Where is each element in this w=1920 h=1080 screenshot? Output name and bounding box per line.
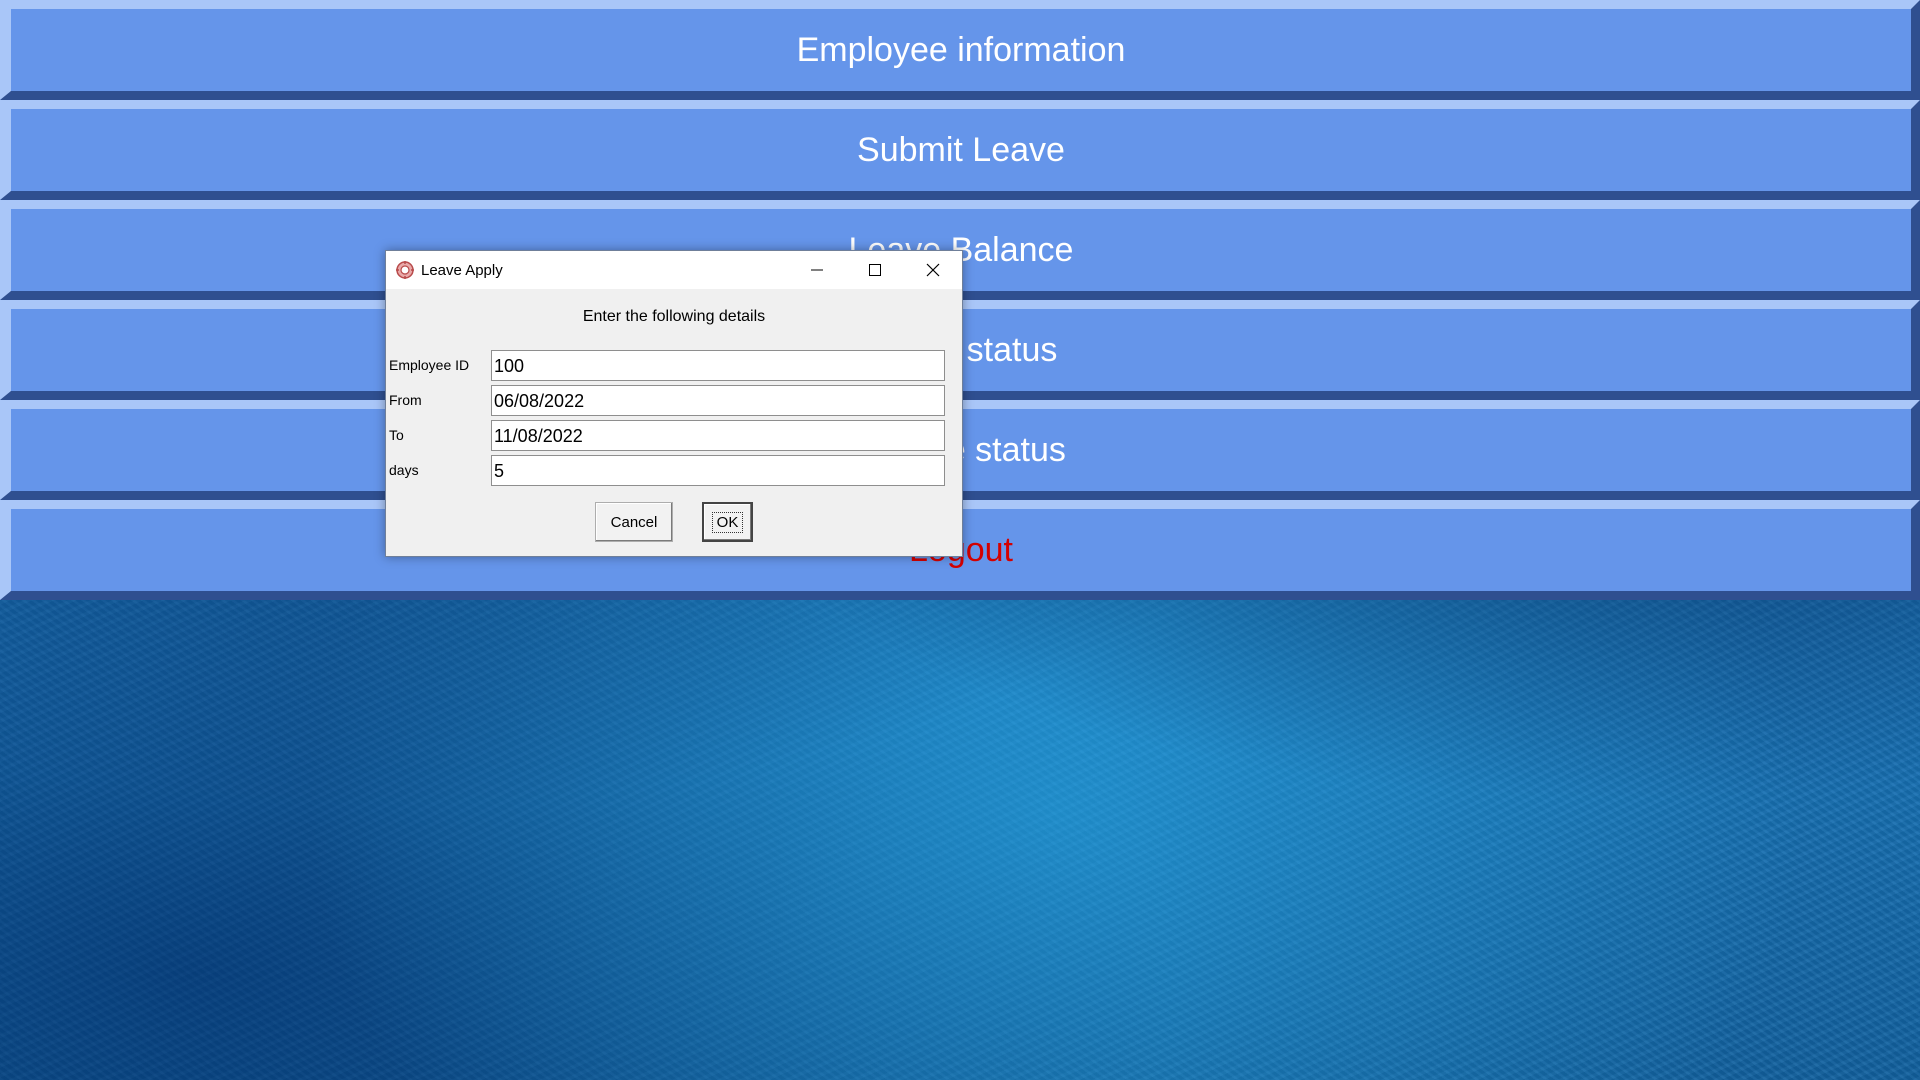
employee-id-input[interactable]	[491, 350, 945, 381]
ok-button[interactable]: OK	[702, 502, 753, 542]
to-row: To	[386, 420, 962, 451]
submit-leave-button[interactable]: Submit Leave	[0, 100, 1920, 200]
minimize-icon	[811, 269, 823, 271]
employee-id-label: Employee ID	[389, 357, 470, 373]
from-date-input[interactable]	[491, 385, 945, 416]
days-input[interactable]	[491, 455, 945, 486]
days-row: days	[386, 455, 962, 486]
ok-button-label: OK	[711, 511, 744, 533]
cancel-button[interactable]: Cancel	[595, 502, 673, 542]
close-button[interactable]	[904, 251, 962, 289]
maximize-icon	[869, 264, 881, 276]
days-label: days	[389, 462, 419, 478]
maximize-button[interactable]	[846, 251, 904, 289]
dialog-instruction: Enter the following details	[582, 308, 766, 325]
app-icon	[395, 260, 415, 280]
minimize-button[interactable]	[788, 251, 846, 289]
leave-apply-dialog: Leave Apply Enter the following details …	[385, 250, 963, 557]
to-label: To	[389, 427, 404, 443]
employee-information-button[interactable]: Employee information	[0, 0, 1920, 100]
from-row: From	[386, 385, 962, 416]
dialog-title: Leave Apply	[421, 261, 503, 279]
to-date-input[interactable]	[491, 420, 945, 451]
dialog-titlebar[interactable]: Leave Apply	[386, 251, 962, 289]
close-icon	[926, 263, 940, 277]
employee-id-row: Employee ID	[386, 350, 962, 381]
from-label: From	[389, 392, 422, 408]
